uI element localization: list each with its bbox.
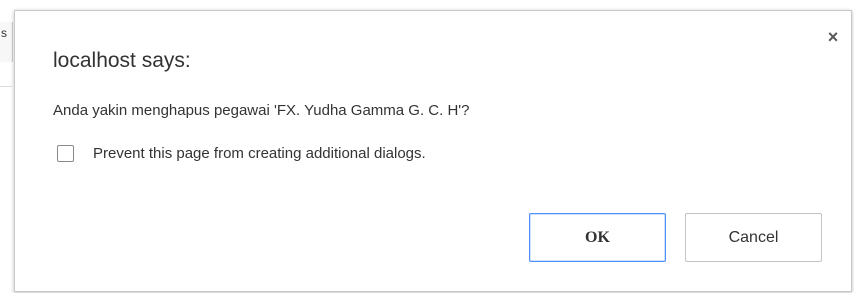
close-icon[interactable]: ×	[823, 27, 843, 47]
prevent-dialogs-option[interactable]: Prevent this page from creating addition…	[57, 145, 426, 162]
prevent-dialogs-label[interactable]: Prevent this page from creating addition…	[93, 145, 426, 162]
ok-button[interactable]: OK	[529, 213, 666, 262]
underlying-page-fragment: s	[0, 22, 13, 62]
dialog-message: Anda yakin menghapus pegawai 'FX. Yudha …	[53, 102, 470, 119]
dialog-title: localhost says:	[53, 49, 191, 72]
alert-dialog: × localhost says: Anda yakin menghapus p…	[14, 10, 852, 292]
cancel-button[interactable]: Cancel	[685, 213, 822, 262]
underlying-page-divider	[0, 86, 12, 87]
underlying-page-text: s	[1, 26, 7, 40]
prevent-dialogs-checkbox[interactable]	[57, 145, 74, 162]
